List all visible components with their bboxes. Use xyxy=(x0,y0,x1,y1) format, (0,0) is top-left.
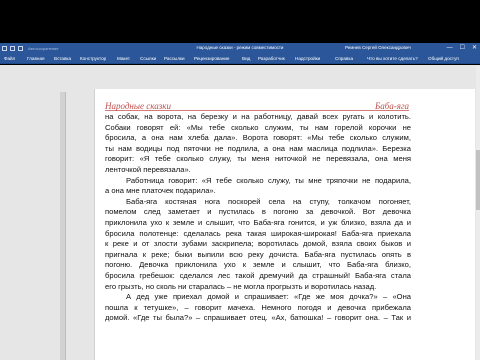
tab-review[interactable]: Рецензирование xyxy=(194,56,229,61)
text-line: ленточкой перевязала». xyxy=(105,164,191,174)
text-line: а она мне платочек подарила». xyxy=(105,186,216,196)
title-bar: Автосохранение Народные сказки - режим с… xyxy=(0,43,480,54)
minimize-icon[interactable]: — xyxy=(447,44,453,53)
text-line: ты нам водицы под пяточки не подлила, а … xyxy=(105,143,411,153)
vertical-ruler xyxy=(60,92,66,360)
text-line: помелом след заметает и пустилась в пого… xyxy=(105,207,411,217)
ribbon-tabs: Файл Главная Вставка Конструктор Макет С… xyxy=(0,54,480,64)
scrollbar-thumb[interactable] xyxy=(476,150,480,210)
header-book-title: Народные сказки xyxy=(105,101,171,111)
document-page[interactable]: Народные сказки Баба-яга на собак, на во… xyxy=(94,89,475,360)
tab-design[interactable]: Конструктор xyxy=(80,56,106,61)
tab-insert[interactable]: Вставка xyxy=(54,56,71,61)
screen: Автосохранение Народные сказки - режим с… xyxy=(0,0,480,360)
tell-me-search[interactable]: Что вы хотите сделать? xyxy=(367,56,418,61)
page-header: Народные сказки Баба-яга xyxy=(105,99,409,111)
text-line: А дед уже приехал домой и спрашивает: «Г… xyxy=(126,292,411,302)
tab-developer[interactable]: Разработчик xyxy=(258,56,285,61)
text-line: к реке и от злости зубами заскрипела; во… xyxy=(105,239,411,249)
tab-help[interactable]: Справка xyxy=(335,56,353,61)
tab-mailings[interactable]: Рассылки xyxy=(164,56,185,61)
tab-home[interactable]: Главная xyxy=(27,56,44,61)
text-line: Собаки говорят ей: «Мы тебе сколько служ… xyxy=(105,122,411,132)
maximize-icon[interactable]: ☐ xyxy=(460,44,465,53)
undo-icon[interactable] xyxy=(18,46,23,51)
text-line: приклонила ухо к земле и слышит, что Баб… xyxy=(105,217,411,227)
autosave-label: Автосохранение xyxy=(28,46,59,51)
text-line: на собак, на ворота, на березку и на раб… xyxy=(105,112,411,121)
vertical-scrollbar[interactable] xyxy=(476,66,480,360)
save-icon[interactable] xyxy=(10,46,15,51)
tab-file[interactable]: Файл xyxy=(4,56,15,61)
text-line: погоню. Девочка приклонила ухо к земле и… xyxy=(105,260,411,270)
text-line: бросила полотенце: сделалась река такая … xyxy=(105,228,411,238)
text-line: бросила гребешок: сделался лес такой дре… xyxy=(105,270,411,280)
account-name[interactable]: Ремнев Сергей Олександрович xyxy=(345,45,411,50)
tab-view[interactable]: Вид xyxy=(242,56,250,61)
window-controls: — ☐ ✕ xyxy=(447,44,477,53)
tab-addins[interactable]: Надстройки xyxy=(295,56,320,61)
tab-references[interactable]: Ссылки xyxy=(140,56,156,61)
autosave-icon[interactable] xyxy=(2,46,7,51)
text-line: бросила, а она нам хлеба дала». Ворота г… xyxy=(105,133,411,143)
text-line: Работница говорит: «Я тебе сколько служу… xyxy=(126,175,411,185)
document-body[interactable]: на собак, на ворота, на березку и на раб… xyxy=(105,112,411,324)
text-line: его грызть, но сколь ни старалась – не м… xyxy=(105,281,377,291)
text-line: домой. «Где ты была?» – спрашивает отец.… xyxy=(105,313,411,323)
document-title: Народные сказки - режим совместимости xyxy=(196,45,284,50)
share-button[interactable]: Общий доступ xyxy=(428,56,459,61)
tab-layout[interactable]: Макет xyxy=(117,56,130,61)
text-line: говорит: «Я тебе сколько служу, ты меня … xyxy=(105,154,411,164)
quick-access-toolbar: Автосохранение xyxy=(2,44,59,53)
text-line: пошла к тетушке», – говорит мачеха. Немн… xyxy=(105,302,411,312)
header-story-title: Баба-яга xyxy=(374,101,409,111)
text-line: Баба-яга костяная нога поскорей села на … xyxy=(126,196,411,206)
close-icon[interactable]: ✕ xyxy=(472,44,477,53)
text-line: пригнала к реке; быки выпили всю реку до… xyxy=(105,249,411,259)
